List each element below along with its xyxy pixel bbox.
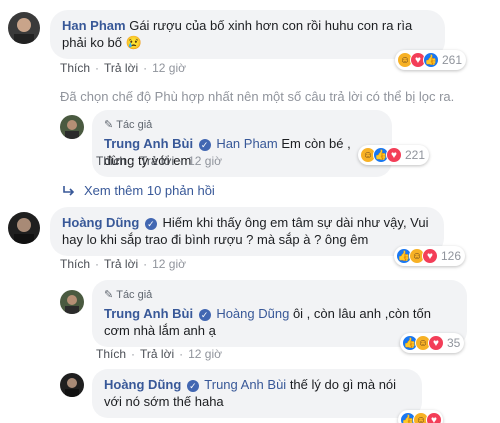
avatar[interactable] xyxy=(60,373,84,397)
love-icon: ♥ xyxy=(422,248,438,264)
author-badge: ✎ Tác giả xyxy=(104,287,455,304)
like-link[interactable]: Thích xyxy=(60,257,90,271)
author-badge-icon: ✎ xyxy=(104,119,114,131)
reaction-count: 261 xyxy=(442,53,463,67)
reply-author[interactable]: Hoàng Dũng xyxy=(104,377,181,392)
reaction-count: 221 xyxy=(405,148,426,162)
view-more-replies[interactable]: Xem thêm 10 phản hồi xyxy=(62,183,215,198)
reaction-count: 35 xyxy=(447,336,461,350)
love-icon: ♥ xyxy=(426,412,442,423)
verified-icon: ✓ xyxy=(186,380,199,392)
author-badge-icon: ✎ xyxy=(104,289,114,301)
like-link[interactable]: Thích xyxy=(96,347,126,361)
mention-tag[interactable]: Hoàng Dũng xyxy=(216,306,289,321)
avatar[interactable] xyxy=(8,212,40,244)
reply-link[interactable]: Trả lời xyxy=(140,154,174,168)
reaction-count: 126 xyxy=(441,249,462,263)
like-link[interactable]: Thích xyxy=(96,154,126,168)
avatar[interactable] xyxy=(8,12,40,44)
verified-icon: ✓ xyxy=(198,309,211,321)
verified-icon: ✓ xyxy=(198,139,211,151)
reply-arrow-icon xyxy=(63,185,75,196)
like-icon: 👍 xyxy=(423,52,439,68)
author-badge: ✎ Tác giả xyxy=(104,117,380,134)
comment-author[interactable]: Han Pham xyxy=(62,18,126,33)
filter-note: Đã chọn chế độ Phù hợp nhất nên một số c… xyxy=(60,89,455,104)
reply-bubble: Hoàng Dũng ✓ Trung Anh Bùi thế lý do gì … xyxy=(92,369,422,418)
reply-author[interactable]: Trung Anh Bùi xyxy=(104,136,193,151)
mention-tag[interactable]: Trung Anh Bùi xyxy=(204,377,286,392)
reply-author[interactable]: Trung Anh Bùi xyxy=(104,306,193,321)
mention-tag[interactable]: Han Pham xyxy=(216,136,277,151)
verified-icon: ✓ xyxy=(144,218,157,230)
love-icon: ♥ xyxy=(386,147,402,163)
reply-link[interactable]: Trả lời xyxy=(104,61,138,75)
avatar[interactable] xyxy=(60,115,84,139)
reply-actions: Thích · Trả lời · 12 giờ xyxy=(96,347,222,361)
timestamp[interactable]: 12 giờ xyxy=(188,154,222,168)
comment-actions: Thích · Trả lời · 12 giờ xyxy=(60,61,186,75)
reaction-summary[interactable]: 👍 ☺ ♥ 35 xyxy=(400,333,465,353)
timestamp[interactable]: 12 giờ xyxy=(188,347,222,361)
reply-link[interactable]: Trả lời xyxy=(140,347,174,361)
reaction-summary[interactable]: 👍 ☺ ♥ xyxy=(398,410,443,423)
reply-actions: Thích · Trả lời · 12 giờ xyxy=(96,154,222,168)
comment-bubble: Han Pham Gái rượu của bố xinh hơn con rồ… xyxy=(50,10,445,59)
comment-actions: Thích · Trả lời · 12 giờ xyxy=(60,257,186,271)
reaction-summary[interactable]: 👍 ☺ ♥ 126 xyxy=(394,246,466,266)
like-link[interactable]: Thích xyxy=(60,61,90,75)
avatar[interactable] xyxy=(60,290,84,314)
reaction-summary[interactable]: ☺ ♥ 👍 261 xyxy=(395,50,467,70)
love-icon: ♥ xyxy=(428,335,444,351)
comment-bubble: Hoàng Dũng ✓ Hiếm khi thấy ông em tâm sự… xyxy=(50,207,444,256)
comment-author[interactable]: Hoàng Dũng xyxy=(62,215,139,230)
reply-link[interactable]: Trả lời xyxy=(104,257,138,271)
reaction-summary[interactable]: ☺ 👍 ♥ 221 xyxy=(358,145,430,165)
timestamp[interactable]: 12 giờ xyxy=(152,257,186,271)
timestamp[interactable]: 12 giờ xyxy=(152,61,186,75)
